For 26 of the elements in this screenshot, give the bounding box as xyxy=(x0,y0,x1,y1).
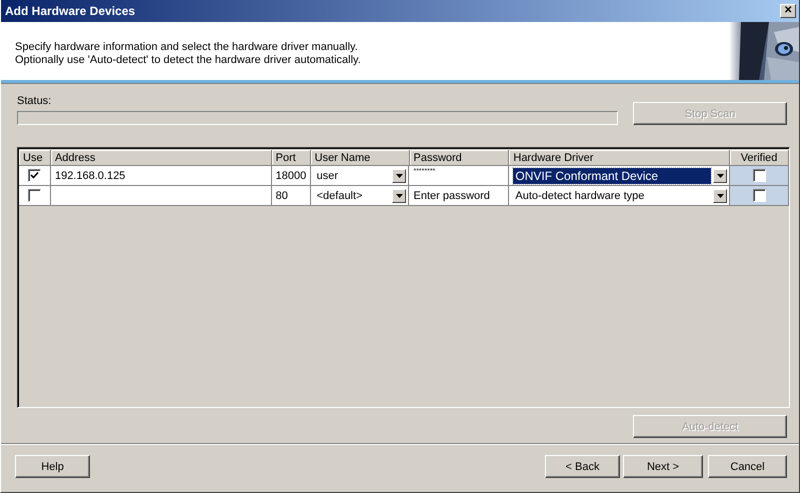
back-button[interactable]: < Back xyxy=(545,455,620,478)
instruction-text: Optionally use 'Auto-detect' to detect the hardware driver automatically. xyxy=(15,54,361,67)
table-cell: 18000 xyxy=(272,166,311,186)
column-header[interactable]: Port xyxy=(272,150,311,166)
column-header[interactable]: Hardware Driver xyxy=(509,150,730,166)
close-button[interactable]: ✕ xyxy=(780,4,796,18)
window-title: Add Hardware Devices xyxy=(5,4,136,18)
cancel-button[interactable]: Cancel xyxy=(708,455,787,478)
column-header[interactable]: Use xyxy=(19,150,51,166)
help-button[interactable]: Help xyxy=(15,455,90,478)
table-cell: 192.168.0.125 xyxy=(50,166,272,186)
checkbox[interactable] xyxy=(28,169,41,182)
column-header[interactable]: Verified xyxy=(730,150,789,166)
instruction-text: Specify hardware information and select the hardware driver manually. xyxy=(15,41,359,54)
password-field[interactable]: Enter password xyxy=(409,186,510,206)
checkbox[interactable] xyxy=(752,189,766,202)
column-header[interactable]: User Name xyxy=(310,150,410,166)
checkbox[interactable] xyxy=(752,169,766,182)
user-name-dropdown[interactable]: user xyxy=(314,168,340,182)
table-cell: 80 xyxy=(272,186,311,206)
hardware-driver-dropdown[interactable]: ONVIF Conformant Device xyxy=(513,168,712,184)
status-label: Status: xyxy=(17,95,52,108)
next-button[interactable]: Next > xyxy=(623,455,703,478)
column-header[interactable]: Address xyxy=(50,150,272,166)
checkbox[interactable] xyxy=(28,189,41,202)
column-header[interactable]: Password xyxy=(410,150,510,166)
